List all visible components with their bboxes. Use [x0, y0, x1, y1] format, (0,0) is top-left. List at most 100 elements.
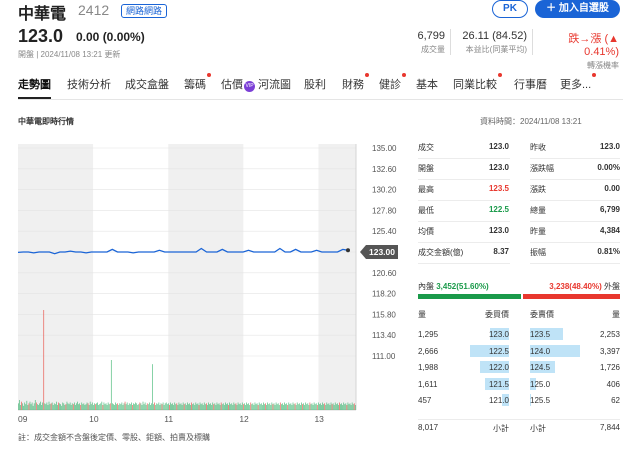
- y-tick-label: 118.20: [372, 290, 396, 299]
- volume-bar: [178, 402, 180, 410]
- volume-bar: [96, 403, 97, 410]
- row-divider: [530, 158, 620, 159]
- tab-3[interactable]: 籌碼: [184, 73, 211, 92]
- industry-tag[interactable]: 網路網路: [121, 4, 168, 18]
- volume-bar: [187, 402, 188, 410]
- volume-bar: [67, 403, 69, 410]
- volume-bar: [269, 403, 271, 410]
- volume-bar: [342, 405, 344, 410]
- volume-bar: [184, 403, 186, 410]
- bid-total-label: 小計: [493, 423, 509, 433]
- volume-bar: [65, 404, 67, 410]
- volume-bar: [159, 405, 161, 410]
- volume-bar: [265, 403, 266, 410]
- volume-bar: [326, 402, 328, 410]
- volume-bar: [33, 403, 35, 410]
- ask-volume: 406: [606, 379, 620, 389]
- tab-9[interactable]: 基本: [416, 76, 438, 92]
- price-chart[interactable]: 135.00 132.60 130.20 127.80 125.40 120.60 118.…: [18, 144, 398, 444]
- volume-bar: [283, 405, 284, 410]
- bid-volume: 1,611: [418, 379, 438, 389]
- volume-bar: [77, 401, 78, 410]
- ask-volume: 3,397: [599, 346, 620, 356]
- volume-bar: [52, 405, 54, 410]
- volume-bar: [76, 403, 77, 410]
- volume-bar: [110, 360, 112, 410]
- ask-volume: 2,253: [599, 330, 620, 339]
- volume-bar: [85, 404, 87, 410]
- tab-0[interactable]: 走勢圖: [18, 76, 51, 99]
- tab-10[interactable]: 同業比較: [453, 73, 502, 92]
- tab-label: 成交盒盤: [125, 79, 169, 91]
- volume-bar: [289, 404, 291, 410]
- volume-bar: [104, 404, 106, 410]
- add-watchlist-button[interactable]: ＋ 加入自選股: [535, 0, 620, 18]
- volume-bar: [351, 402, 353, 410]
- row-divider: [418, 242, 510, 243]
- volume-bar: [317, 402, 319, 410]
- volume-bar: [69, 402, 71, 410]
- ask-price: 125.0: [530, 379, 551, 389]
- volume-bar: [296, 402, 298, 410]
- volume-bar: [43, 310, 45, 410]
- volume-bar: [316, 405, 318, 410]
- volume-bar: [320, 403, 321, 410]
- y-tick-label: 115.80: [372, 310, 396, 319]
- tab-6[interactable]: 股利: [304, 76, 326, 92]
- volume-bar: [202, 405, 204, 410]
- quote-summary: 成交 123.0 開盤 123.0 最高 123.5 最低 122.5 均價 123.0 成交金額(…: [418, 138, 620, 268]
- tab-label: 更多...: [560, 79, 592, 91]
- volume-bar: [314, 404, 316, 410]
- volume-bar: [152, 364, 153, 410]
- volume-bar: [241, 402, 243, 410]
- volume-bar: [213, 404, 215, 410]
- volume-bar: [118, 405, 120, 410]
- tab-12[interactable]: 更多...: [560, 73, 597, 92]
- volume-bar: [21, 401, 22, 410]
- volume-bar: [126, 402, 128, 410]
- volume-bar: [292, 402, 294, 410]
- tab-7[interactable]: 財務: [342, 73, 369, 92]
- volume-bar: [321, 405, 322, 410]
- y-tick-label: 132.60: [372, 165, 397, 174]
- volume-bar: [164, 403, 166, 410]
- tab-5[interactable]: 河流圖: [258, 76, 291, 92]
- volume-bar: [313, 402, 315, 410]
- volume-bar: [246, 402, 247, 410]
- volume-bar: [333, 405, 335, 410]
- volume-bar: [347, 402, 349, 410]
- y-tick-label: 130.20: [372, 186, 397, 195]
- volume-bar: [45, 404, 47, 410]
- volume-bar: [102, 405, 104, 410]
- volume-bar: [278, 405, 280, 410]
- tab-1[interactable]: 技術分析: [67, 76, 111, 92]
- volume-bar: [223, 405, 225, 410]
- tab-label: 估價: [221, 79, 243, 91]
- tab-label: 財務: [342, 79, 364, 91]
- summary-value: 8.37: [493, 247, 509, 256]
- volume-bar: [264, 404, 265, 410]
- volume-bar: [142, 401, 144, 410]
- tab-8[interactable]: 健診: [379, 73, 406, 92]
- volume-bar: [227, 403, 228, 410]
- volume-bar: [64, 405, 66, 410]
- volume-bar: [266, 405, 267, 410]
- volume-bar: [271, 402, 273, 410]
- orderbook-header: 量: [418, 310, 426, 319]
- last-price-dot: [346, 248, 350, 253]
- volume-bar: [56, 401, 57, 410]
- pk-button[interactable]: PK: [492, 0, 528, 18]
- tab-2[interactable]: 成交盒盤: [125, 76, 169, 92]
- volume-bar: [176, 403, 178, 410]
- ask-total: 7,844: [599, 422, 620, 432]
- volume-bar: [143, 404, 145, 410]
- volume-bar: [235, 403, 237, 410]
- tab-11[interactable]: 行事曆: [514, 76, 547, 92]
- volume-bar: [100, 403, 102, 410]
- tab-4[interactable]: 估價 VIP: [221, 76, 255, 92]
- volume-bar: [248, 403, 250, 410]
- volume-bar: [208, 402, 209, 410]
- volume-bar: [129, 404, 131, 410]
- volume-bar: [35, 402, 37, 410]
- volume-bar: [200, 404, 202, 410]
